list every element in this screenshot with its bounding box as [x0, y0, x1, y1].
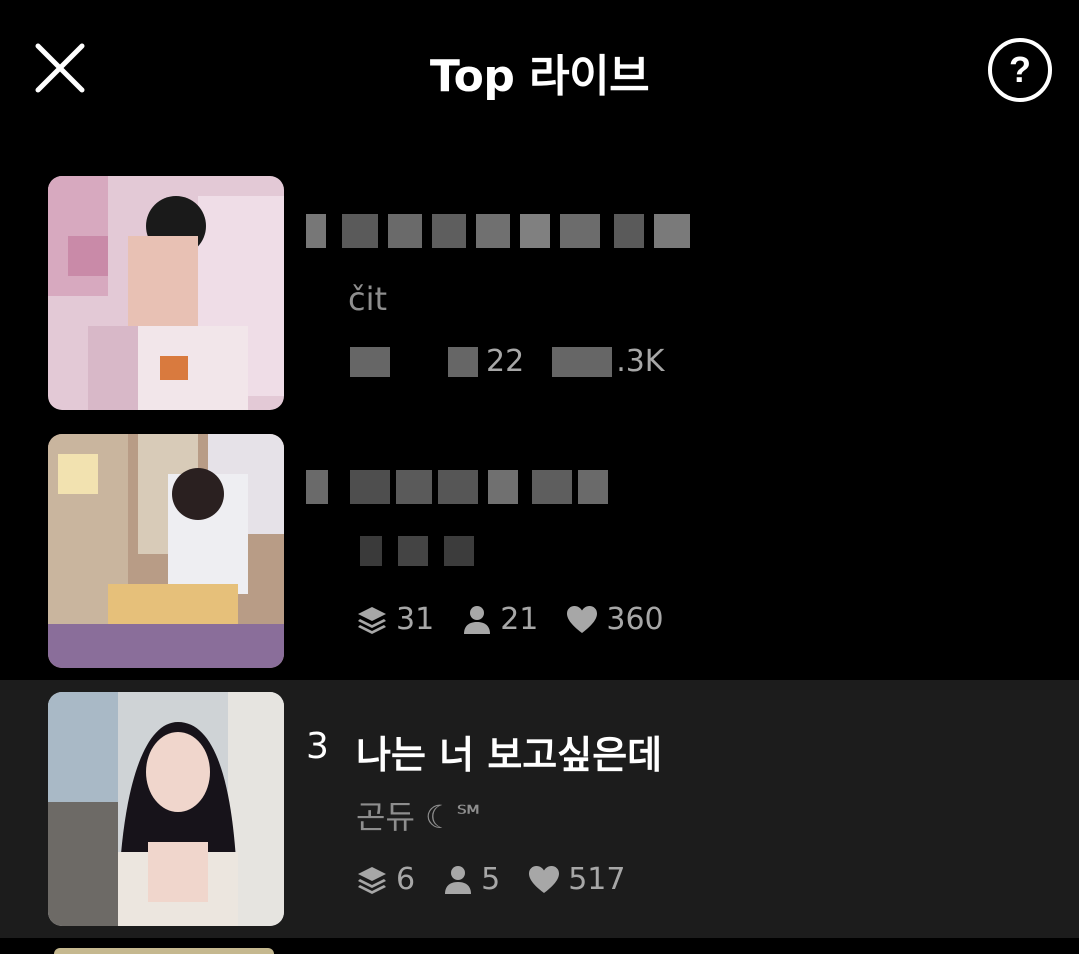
- header-bar: Top 라이브 ?: [0, 0, 1079, 140]
- person-icon: [448, 346, 478, 377]
- viewers-stat: 22: [448, 344, 524, 379]
- viewers-stat: 21: [462, 602, 538, 637]
- rooms-stat: 6: [356, 862, 415, 897]
- live-title: 나는 너 보고싶은데: [356, 733, 663, 777]
- likes-stat: 360: [566, 602, 664, 637]
- viewers-stat: 5: [443, 862, 500, 897]
- next-item-thumbnail-peek: [54, 948, 274, 954]
- heart-icon: [552, 346, 613, 377]
- stats-row: 6 5 517: [356, 862, 653, 897]
- help-icon: ?: [988, 38, 1052, 102]
- host-name: čit: [348, 280, 388, 318]
- blurred-title: [306, 470, 608, 504]
- live-thumbnail: [48, 692, 284, 926]
- live-thumbnail: [48, 176, 284, 410]
- person-icon: [445, 865, 472, 894]
- page-title: Top 라이브: [429, 51, 650, 102]
- person-icon: [464, 605, 491, 634]
- rooms-stat: [350, 346, 400, 377]
- rooms-stat: 31: [356, 602, 434, 637]
- layers-icon: [358, 606, 386, 634]
- layers-icon: [358, 866, 386, 894]
- stats-row: 22 .3K: [350, 344, 692, 379]
- likes-stat: .3K: [552, 344, 664, 379]
- stats-row: 31 21 360: [356, 602, 692, 637]
- help-button[interactable]: ?: [986, 36, 1054, 104]
- live-thumbnail: [48, 434, 284, 668]
- rank-number: 3: [306, 726, 329, 767]
- heart-icon: [529, 865, 560, 893]
- layers-icon: [350, 346, 390, 377]
- live-list-item-1[interactable]: čit 22 .3K: [0, 164, 1079, 422]
- host-name: 곤듀 ☾℠: [356, 798, 487, 836]
- blurred-host: [360, 536, 474, 566]
- svg-text:?: ?: [1009, 49, 1031, 90]
- heart-icon: [567, 605, 598, 633]
- live-list-item-2[interactable]: 31 21 360: [0, 422, 1079, 680]
- blurred-title: [306, 214, 690, 248]
- likes-stat: 517: [528, 862, 625, 897]
- live-list-item-3[interactable]: 3 나는 너 보고싶은데 곤듀 ☾℠ 6 5 517: [0, 680, 1079, 938]
